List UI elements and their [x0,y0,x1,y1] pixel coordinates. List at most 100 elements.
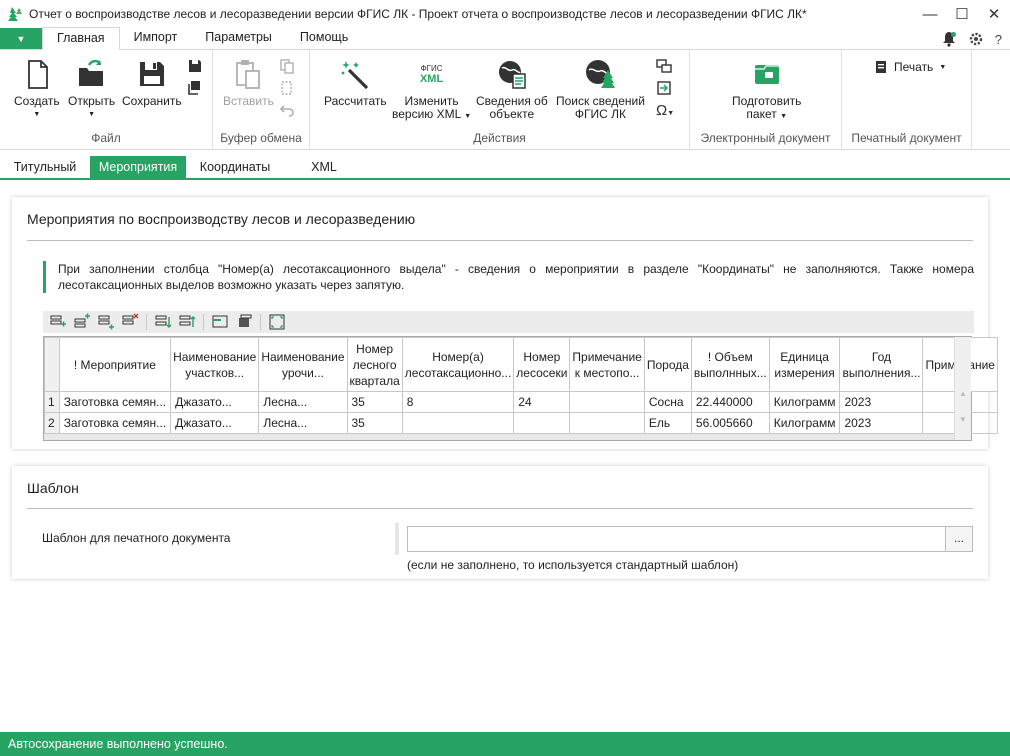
ribbon-group-clipboard-label: Буфер обмена [220,131,302,145]
table-cell[interactable]: 24 [513,391,571,413]
tab-xml[interactable]: XML [300,156,348,179]
template-path-input[interactable] [407,526,946,552]
create-button[interactable]: Создать ▼ [14,58,60,121]
table-cell[interactable] [401,412,515,434]
quick-menu-dropdown-icon[interactable]: ▼ [0,28,42,49]
table-cell[interactable]: 35 [346,412,403,434]
help-icon[interactable]: ? [995,32,1002,47]
object-info-button[interactable]: Сведения об объекте [476,58,548,121]
row-number: 2 [44,412,60,434]
table-cell[interactable]: Джазато... [170,391,260,413]
toolbar-separator [203,314,204,330]
ribbon-group-actions: Рассчитать ФГИС XML Изменить версию XML … [310,50,690,150]
import-icon[interactable] [209,313,231,331]
open-button[interactable]: Открыть ▼ [68,58,115,121]
menu-bar: ▼ Главная Импорт Параметры Помощь ? [0,27,1010,50]
column-header-quarter-number[interactable]: Номер лесного квартала [346,337,403,392]
open-folder-icon [78,59,103,86]
table-cell[interactable]: Заготовка семян... [58,412,172,434]
ribbon-group-edoc-label: Электронный документ [700,131,831,145]
column-header-site-name[interactable]: Наименование участков... [170,337,260,392]
save-button[interactable]: Сохранить [122,58,182,108]
calculate-button[interactable]: Рассчитать [324,58,387,108]
close-button[interactable]: ✕ [978,0,1010,28]
undo-icon[interactable] [279,102,295,118]
window-layout-icon[interactable] [656,58,672,74]
globe-document-icon [498,61,526,89]
vertical-scrollbar[interactable]: ▲ ▼ [954,337,971,440]
row-number: 1 [44,391,60,413]
menu-tab-import[interactable]: Импорт [120,27,192,49]
fgis-xml-icon: ФГИС XML [419,64,444,85]
column-header-volume[interactable]: ! Объем выполнных... [690,337,770,392]
ribbon-group-file: Создать ▼ Открыть ▼ Сохранить Файл [0,50,213,150]
prepare-package-button[interactable]: Подготовить пакет ▼ [732,58,801,123]
column-header-tract-name[interactable]: Наименование урочи... [258,337,348,392]
table-cell[interactable]: 8 [401,391,515,413]
move-row-down-icon[interactable] [152,313,174,331]
change-xml-version-button[interactable]: ФГИС XML Изменить версию XML ▼ [392,58,471,123]
table-cell[interactable]: 56.005660 [690,412,770,434]
insert-row-below-icon[interactable] [95,313,117,331]
save-as-icon[interactable] [187,58,203,74]
menu-tab-home[interactable]: Главная [42,27,120,50]
tab-title[interactable]: Титульный [6,156,84,179]
table-cell[interactable]: Ель [643,412,692,434]
paste-button[interactable]: Вставить [223,58,274,108]
tab-coordinates[interactable]: Координаты [192,156,278,179]
table-cell[interactable] [569,391,645,413]
menu-tab-help[interactable]: Помощь [286,27,362,49]
column-header-event[interactable]: ! Мероприятие [58,337,172,392]
table-cell[interactable]: Килограмм [768,412,841,434]
table-cell[interactable]: Сосна [643,391,692,413]
add-row-icon[interactable] [47,313,69,331]
table-row[interactable]: 2 Заготовка семян... Джазато... Лесна...… [44,412,998,434]
table-row[interactable]: 1 Заготовка семян... Джазато... Лесна...… [44,391,998,413]
table-cell[interactable] [513,412,571,434]
column-header-year[interactable]: Год выполнения... [839,337,924,392]
table-cell[interactable]: 2023 [839,391,924,413]
horizontal-scrollbar[interactable] [44,434,971,440]
search-fgis-button[interactable]: Поиск сведений ФГИС ЛК [556,58,645,121]
column-header-cutting-area-number[interactable]: Номер лесосеки [513,337,571,392]
table-cell[interactable]: Лесна... [258,391,348,413]
tab-events[interactable]: Мероприятия [90,156,186,179]
table-cell[interactable]: Лесна... [258,412,348,434]
scroll-down-icon[interactable]: ▼ [959,415,967,424]
export-icon[interactable] [656,80,672,96]
column-header-compartment-number[interactable]: Номер(а) лесотаксационно... [401,337,515,392]
copy-rows-icon[interactable] [233,313,255,331]
bell-icon[interactable] [941,31,957,47]
table-cell[interactable] [569,412,645,434]
column-header-unit[interactable]: Единица измерения [768,337,841,392]
table-cell[interactable]: 35 [346,391,403,413]
fullscreen-icon[interactable] [266,313,288,331]
settings-icon[interactable] [969,32,983,46]
save-all-icon[interactable] [187,80,203,96]
save-icon [139,62,164,86]
delete-row-icon[interactable] [119,313,141,331]
print-button[interactable]: Печать ▼ [874,60,946,74]
insert-row-above-icon[interactable] [71,313,93,331]
copy-icon[interactable] [279,58,295,74]
omega-symbol-icon[interactable]: Ω▼ [656,102,674,119]
scroll-up-icon[interactable]: ▲ [959,389,967,398]
column-header-location-note[interactable]: Примечание к местопо... [569,337,645,392]
move-row-up-icon[interactable] [176,313,198,331]
browse-button[interactable]: ... [945,526,973,552]
table-cell[interactable]: Заготовка семян... [58,391,172,413]
table-cell[interactable]: Килограмм [768,391,841,413]
table-cell[interactable]: Джазато... [170,412,260,434]
template-hint: (если не заполнено, то используется стан… [407,558,739,572]
minimize-button[interactable]: — [914,0,946,28]
table-cell[interactable]: 22.440000 [690,391,770,413]
print-document-icon [876,61,886,73]
events-panel: Мероприятия по воспроизводству лесов и л… [12,197,998,449]
table-cell[interactable]: 2023 [839,412,924,434]
cut-icon[interactable] [279,80,295,96]
maximize-button[interactable]: ☐ [946,0,978,28]
magic-wand-icon [341,61,369,90]
column-header-species[interactable]: Порода [643,337,692,392]
grid-corner[interactable] [44,337,60,392]
menu-tab-parameters[interactable]: Параметры [191,27,286,49]
